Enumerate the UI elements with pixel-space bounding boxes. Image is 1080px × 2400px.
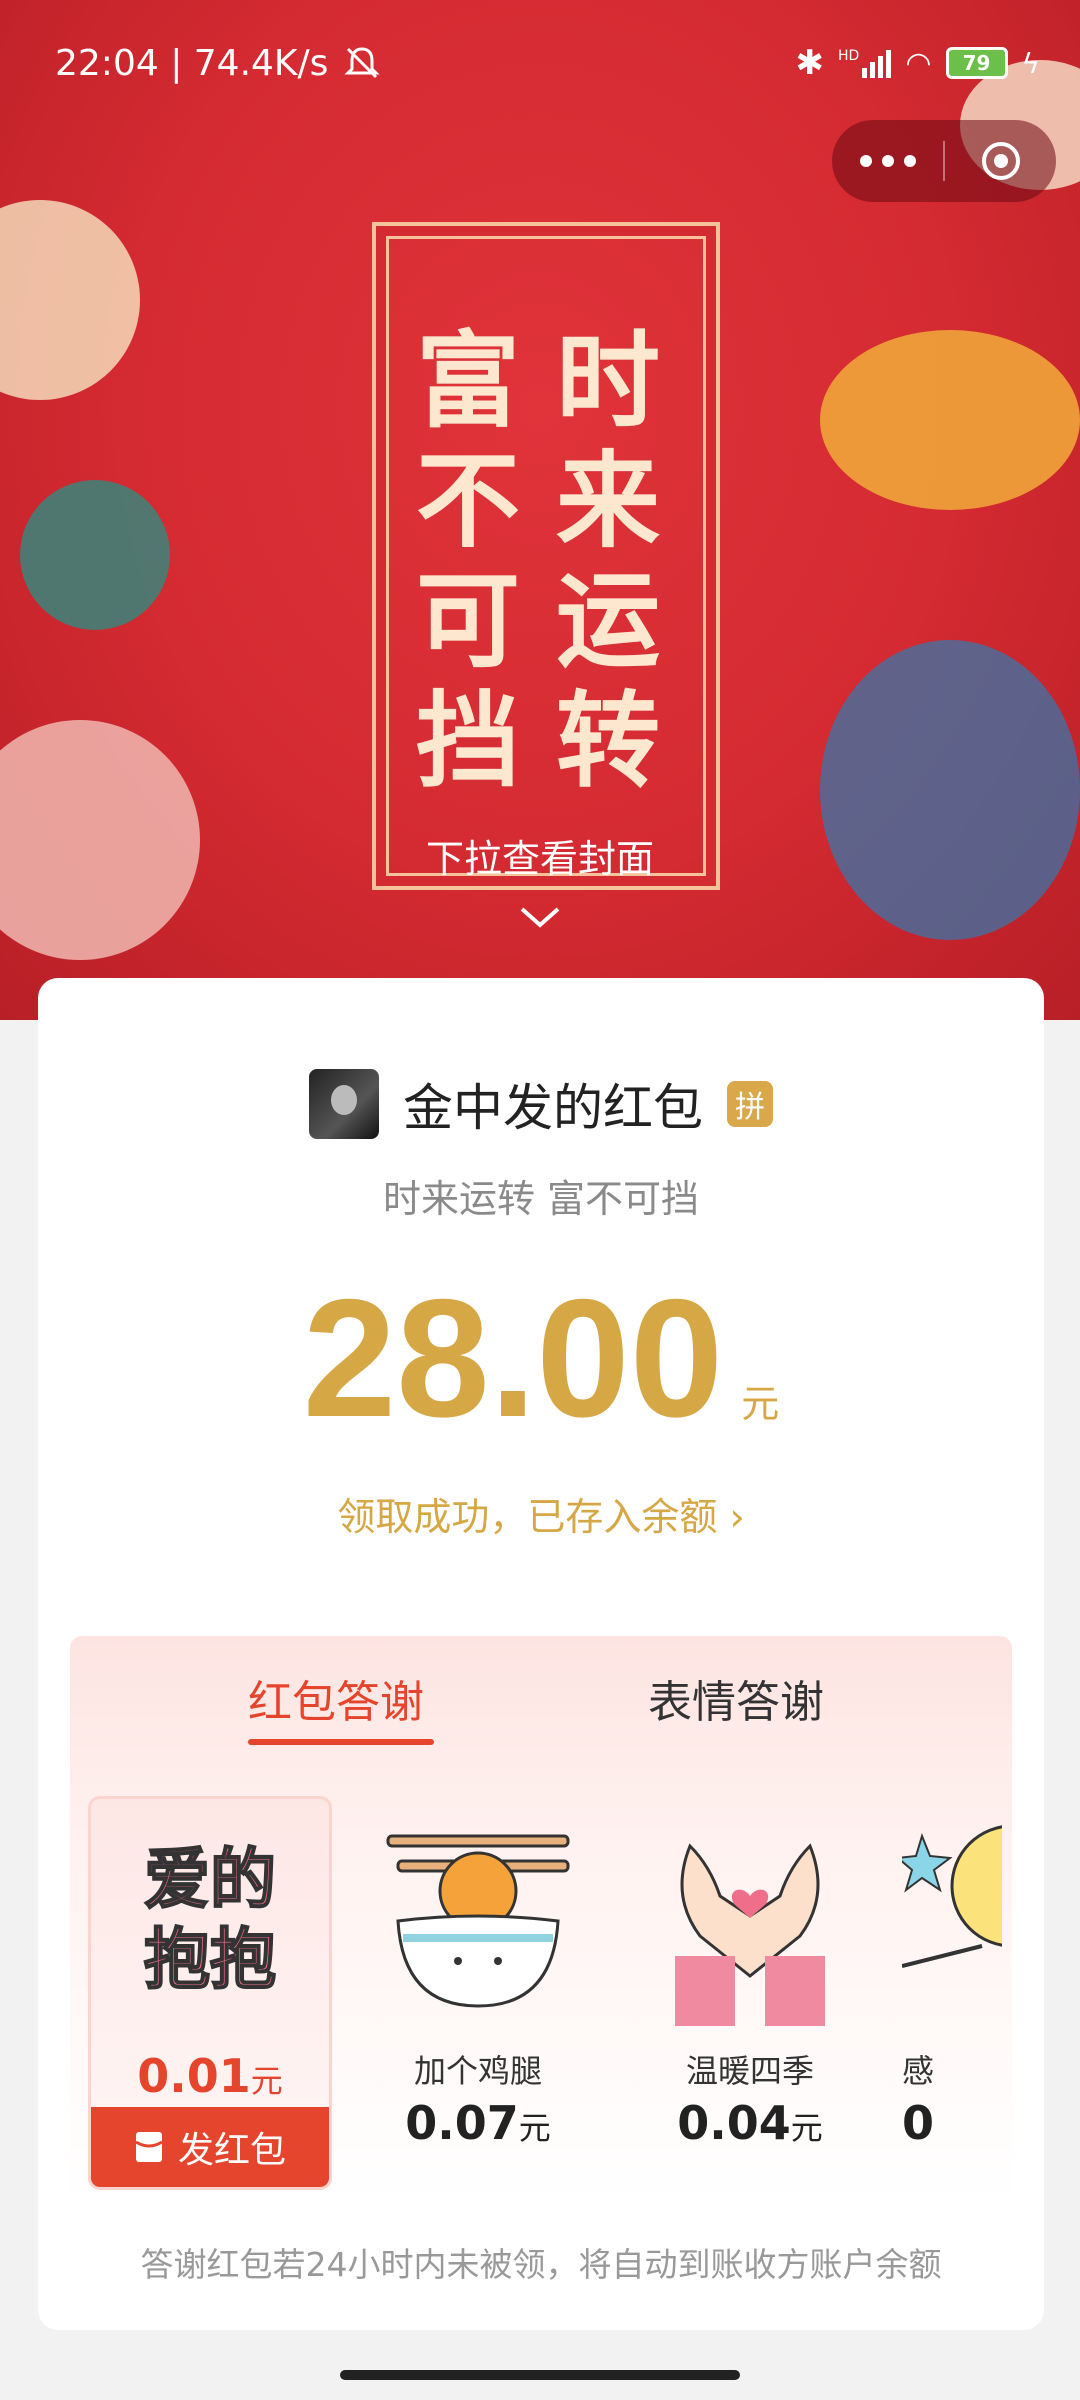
gift-price-value: 0.01 xyxy=(137,2049,251,2103)
sender-name: 金中发的红包 xyxy=(403,1079,703,1137)
received-balance-link[interactable]: 领取成功，已存入余额 › xyxy=(38,1486,1044,1541)
koi-fish-decoration xyxy=(820,330,1080,510)
gift-price: 0.04元 xyxy=(630,2096,870,2150)
gift-name: 感 xyxy=(902,2052,935,2090)
amount-value: 28.00 xyxy=(302,1264,724,1452)
cover-text-right: 时 来 运 转 xyxy=(556,321,660,801)
battery-level: 79 xyxy=(962,51,991,75)
amount-unit: 元 xyxy=(741,1382,780,1426)
gift-price-value: 0.04 xyxy=(677,2096,791,2150)
bluetooth-icon: ✱ xyxy=(795,43,825,83)
cover-char: 时 xyxy=(556,319,661,442)
group-buy-badge: 拼 xyxy=(727,1081,773,1127)
hug-art: 爱的 抱抱 xyxy=(91,1839,329,1999)
signal-icon: HD xyxy=(838,48,892,78)
gift-price: 0.01元 xyxy=(91,2049,329,2103)
cloud-decoration xyxy=(20,480,170,630)
send-red-packet-button[interactable]: 发红包 xyxy=(91,2107,329,2187)
send-button-label: 发红包 xyxy=(177,2130,286,2171)
target-icon xyxy=(981,142,1020,180)
gift-price: 0 xyxy=(902,2096,1002,2150)
cover-char: 可 xyxy=(416,559,521,682)
mini-program-capsule xyxy=(832,120,1056,202)
gift-price-value: 0.07 xyxy=(405,2096,519,2150)
wifi-icon: ◠ xyxy=(905,45,932,81)
cover-char: 富 xyxy=(416,319,521,442)
active-tab-indicator xyxy=(248,1739,434,1745)
cover-char: 运 xyxy=(556,559,661,682)
chevron-down-icon xyxy=(520,907,560,928)
tab-red-packet-thanks[interactable]: 红包答谢 xyxy=(248,1666,424,1730)
cover-banner[interactable]: 22:04 | 74.4K/s ✱ HD ◠ 79 ϟ 富 不 可 挡 时 来 … xyxy=(0,0,1080,1020)
more-options-button[interactable] xyxy=(832,155,943,167)
pull-to-view-hint: 下拉查看封面 xyxy=(425,837,654,881)
amount-row: 28.00 元 xyxy=(38,1264,1044,1452)
home-indicator[interactable] xyxy=(340,2370,740,2380)
close-mini-program-button[interactable] xyxy=(945,139,1056,183)
cover-char: 挡 xyxy=(416,679,521,802)
gift-item-warm-seasons[interactable]: 温暖四季 0.04元 xyxy=(630,1796,870,2196)
cover-text-left: 富 不 可 挡 xyxy=(416,321,520,801)
gift-price-unit: 元 xyxy=(250,2062,283,2100)
sender-row: 金中发的红包 拼 xyxy=(38,1068,1044,1140)
hug-art-line: 抱抱 xyxy=(143,1919,277,1999)
cover-char: 转 xyxy=(556,679,661,802)
gift-name: 温暖四季 xyxy=(685,2052,814,2090)
gift-price-value: 0 xyxy=(902,2096,935,2150)
cover-char: 来 xyxy=(556,439,661,562)
thanks-note: 答谢红包若24小时内未被领，将自动到账收方账户余额 xyxy=(140,2245,942,2284)
gift-price-unit: 元 xyxy=(790,2109,823,2147)
star-lemon-icon xyxy=(902,1825,1002,1968)
gift-item-partial[interactable]: 感 0 xyxy=(902,1796,1002,2196)
gift-item-drumstick[interactable]: 加个鸡腿 0.07元 xyxy=(358,1796,598,2196)
heart-hands-icon xyxy=(675,1843,825,2026)
cloud-decoration xyxy=(0,200,140,400)
status-time-speed: 22:04 | 74.4K/s xyxy=(55,42,329,84)
fairy-decoration xyxy=(820,640,1080,940)
tab-sticker-thanks[interactable]: 表情答谢 xyxy=(648,1666,824,1730)
greeting-text: 时来运转 富不可挡 xyxy=(382,1177,700,1221)
thanks-panel: 红包答谢 表情答谢 爱的 抱抱 0.01元 发红包 加个鸡腿 0.07元 温暖四… xyxy=(70,1636,1012,2206)
gift-name: 加个鸡腿 xyxy=(413,2052,542,2090)
charging-icon: ϟ xyxy=(1021,46,1040,80)
gift-price: 0.07元 xyxy=(358,2096,598,2150)
battery-icon: 79 xyxy=(945,47,1008,79)
avatar xyxy=(309,1069,379,1139)
gift-price-unit: 元 xyxy=(518,2109,551,2147)
gift-item-hug[interactable]: 爱的 抱抱 0.01元 发红包 xyxy=(88,1796,332,2190)
network-type-label: HD xyxy=(838,48,860,64)
hug-art-line: 爱的 xyxy=(143,1839,277,1919)
cover-char: 不 xyxy=(416,439,521,562)
red-packet-icon xyxy=(135,2132,163,2162)
red-packet-card: 金中发的红包 拼 时来运转 富不可挡 28.00 元 领取成功，已存入余额 › … xyxy=(38,978,1044,2330)
cover-scroll-frame: 富 不 可 挡 时 来 运 转 xyxy=(372,222,720,890)
rice-bowl-drumstick-icon xyxy=(386,1834,570,2008)
mute-icon xyxy=(344,47,381,79)
status-bar: 22:04 | 74.4K/s ✱ HD ◠ 79 ϟ xyxy=(55,38,1040,88)
